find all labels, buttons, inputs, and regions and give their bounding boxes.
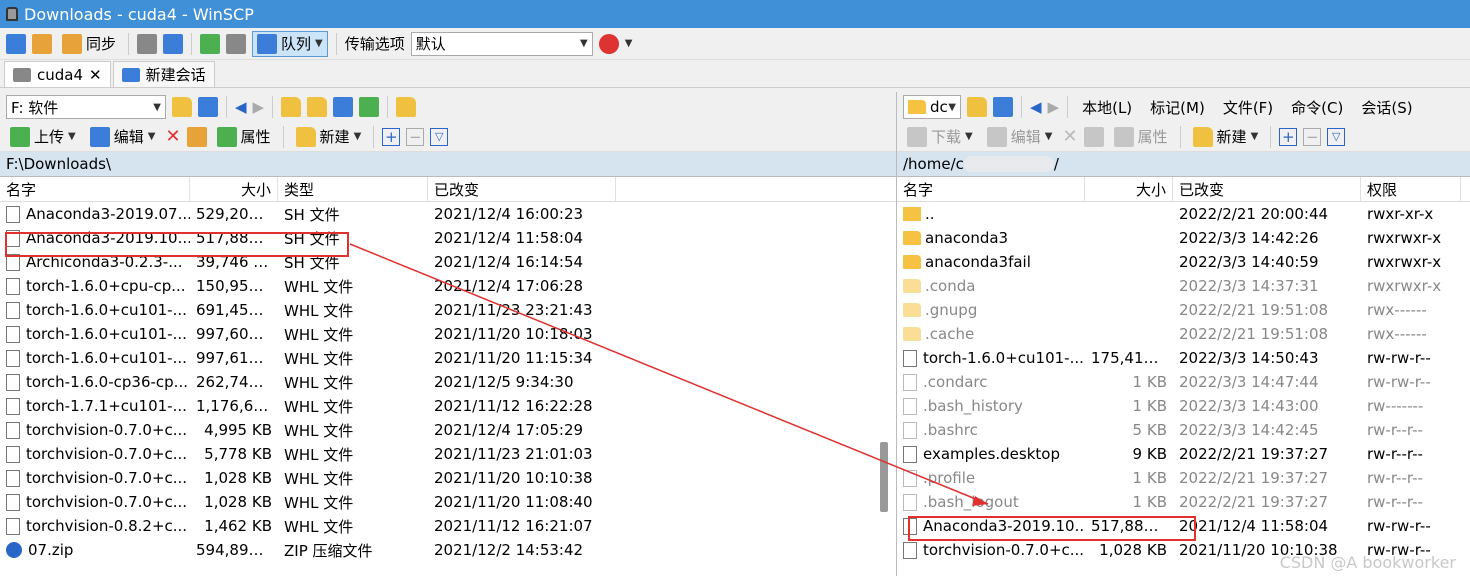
arrow-overlay — [349, 243, 989, 506]
transfer-arrow — [349, 243, 989, 505]
arrow-head — [972, 496, 988, 506]
